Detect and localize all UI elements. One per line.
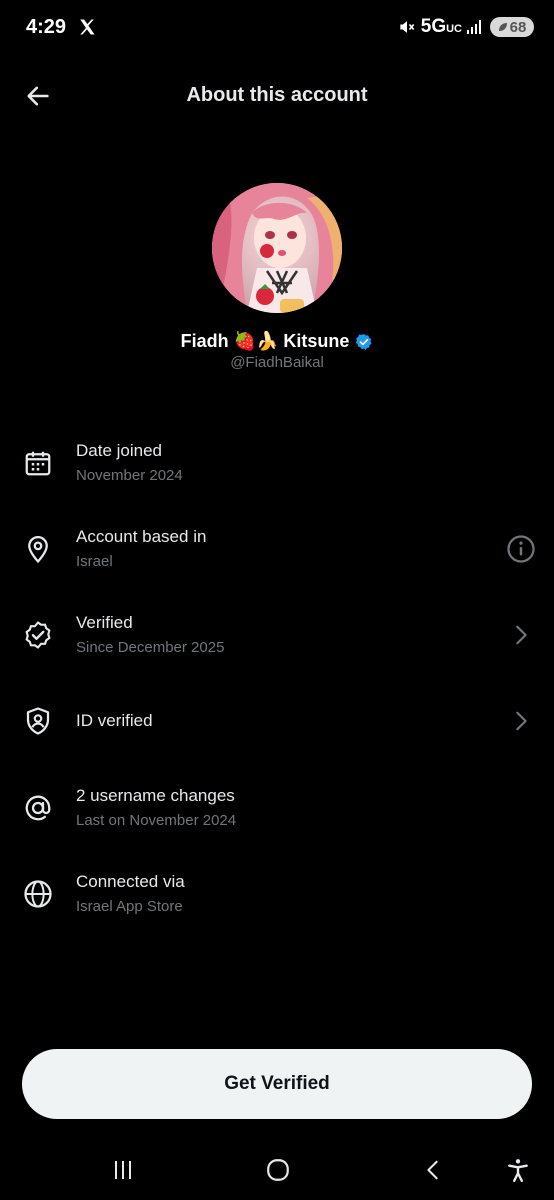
- page-title: About this account: [186, 84, 368, 106]
- at-sign-icon: [25, 795, 51, 821]
- shield-user-icon: [26, 707, 50, 735]
- battery-indicator: 68: [490, 17, 534, 37]
- id-verified-chevron: [506, 706, 536, 736]
- system-back-button[interactable]: [417, 1154, 449, 1186]
- accessibility-icon: [508, 1159, 528, 1183]
- verified-title: Verified: [76, 613, 133, 632]
- system-nav-bar: [0, 1140, 554, 1200]
- get-verified-button[interactable]: Get Verified: [22, 1049, 532, 1119]
- status-time: 4:29: [26, 16, 67, 38]
- connected-via-value: Israel App Store: [76, 898, 183, 915]
- verified-badge-outline-icon: [25, 621, 51, 649]
- calendar-icon: [25, 451, 51, 476]
- account-based-in-row: Account based in Israel: [0, 509, 554, 589]
- account-based-in-value: Israel: [76, 553, 113, 570]
- username-changes-row: 2 username changes Last on November 2024: [0, 768, 554, 848]
- handle: @FiadhBaikal: [230, 354, 324, 371]
- accessibility-button[interactable]: [502, 1154, 534, 1186]
- username-changes-value: Last on November 2024: [76, 812, 237, 829]
- chevron-right-icon: [516, 625, 527, 645]
- power-saving-icon: [498, 23, 507, 31]
- recent-apps-icon: [115, 1161, 131, 1179]
- connected-via-title: Connected via: [76, 872, 185, 891]
- status-bar: 4:29 5GUC 68: [0, 0, 554, 56]
- verified-value: Since December 2025: [76, 639, 225, 656]
- home-icon: [267, 1159, 289, 1181]
- globe-icon: [24, 880, 52, 908]
- avatar-illustration: [212, 183, 342, 313]
- display-name: Fiadh 🍓🍌 Kitsune: [180, 331, 350, 351]
- avatar[interactable]: [212, 183, 342, 313]
- verified-row[interactable]: Verified Since December 2025: [0, 595, 554, 675]
- id-verified-title: ID verified: [76, 711, 153, 730]
- verified-chevron: [506, 620, 536, 650]
- verified-badge-icon: [356, 333, 372, 350]
- date-joined-value: November 2024: [76, 467, 183, 484]
- date-joined-title: Date joined: [76, 441, 163, 460]
- chevron-left-icon: [427, 1160, 438, 1180]
- x-logo-icon: [80, 19, 95, 35]
- status-indicators: 5GUC 68: [397, 16, 534, 38]
- info-button[interactable]: [506, 534, 536, 564]
- location-pin-icon: [28, 536, 48, 564]
- network-indicator: 5GUC: [421, 16, 462, 38]
- recent-apps-button[interactable]: [107, 1154, 139, 1186]
- battery-level: 68: [509, 18, 527, 36]
- network-type: 5G: [420, 16, 447, 37]
- chevron-right-icon: [516, 711, 527, 731]
- display-name-container: Fiadh 🍓🍌 Kitsune: [0, 331, 554, 352]
- id-verified-row[interactable]: ID verified: [0, 681, 554, 761]
- signal-icon: [467, 20, 481, 34]
- username-changes-title: 2 username changes: [76, 786, 235, 805]
- account-based-in-title: Account based in: [76, 527, 207, 546]
- mute-icon: [400, 21, 415, 33]
- date-joined-row: Date joined November 2024: [0, 423, 554, 503]
- connected-via-row: Connected via Israel App Store: [0, 854, 554, 934]
- network-subtype: UC: [446, 23, 462, 35]
- home-button[interactable]: [262, 1154, 294, 1186]
- info-icon: [507, 535, 535, 563]
